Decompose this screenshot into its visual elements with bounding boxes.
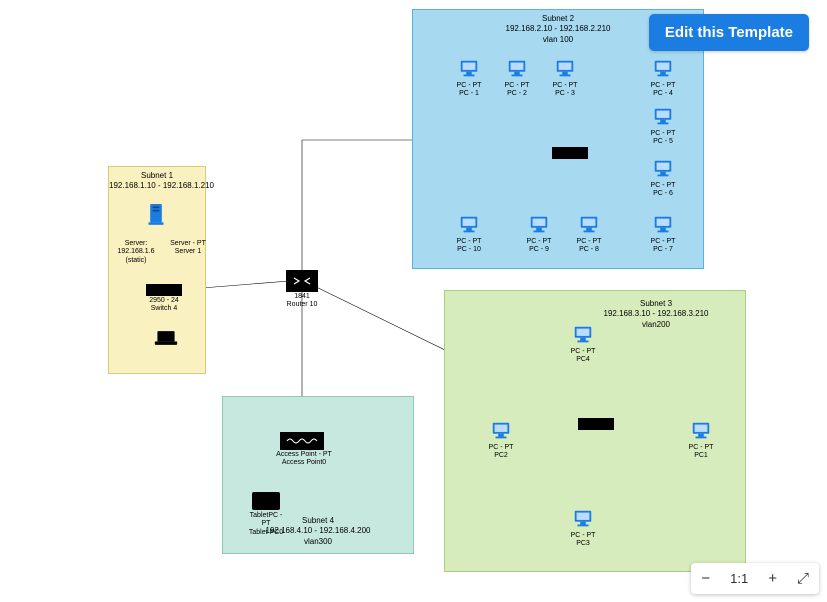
router-10[interactable] [286,270,318,292]
pc-8[interactable]: PC - PTPC - 8 [574,214,604,255]
pc-5[interactable]: PC - PTPC - 5 [648,106,678,147]
zoom-fit-label[interactable]: 1:1 [720,564,758,593]
zoom-controls: − 1:1 + ⤢ [691,563,819,594]
subnet3-switch[interactable] [578,418,614,430]
pc-3[interactable]: PC - PTPC - 3 [550,58,580,99]
diagram-canvas[interactable]: Subnet 1 192.168.1.10 - 192.168.1.210 Se… [0,0,827,602]
pc-4[interactable]: PC - PTPC - 4 [648,58,678,99]
server-1[interactable] [140,202,172,228]
server-1-right-label: Server - PTServer 1 [166,240,210,257]
tablet-pc0[interactable]: TabletPC - PTTablet PC0 [248,492,284,537]
s3-pc1[interactable]: PC - PTPC1 [684,420,718,461]
fullscreen-button[interactable]: ⤢ [787,563,819,594]
s3-pc3[interactable]: PC - PTPC3 [566,508,600,549]
router-label: 1841Router 10 [280,293,324,310]
server-1-left-label: Server: 192.168.1.6(static) [110,240,162,265]
pc-7[interactable]: PC - PTPC - 7 [648,214,678,255]
access-point-0[interactable] [280,432,324,450]
access-point-label: Access Point - PTAccess Point0 [272,451,336,468]
switch-4[interactable] [146,284,182,296]
zoom-out-button[interactable]: − [691,563,720,594]
subnet-1-title: Subnet 1 192.168.1.10 - 192.168.1.210 [109,171,205,192]
subnet2-switch[interactable] [552,147,588,159]
pc-10[interactable]: PC - PTPC - 10 [454,214,484,255]
s3-pc4[interactable]: PC - PTPC4 [566,324,600,365]
s3-pc2[interactable]: PC - PTPC2 [484,420,518,461]
zoom-in-button[interactable]: + [758,563,787,594]
edit-template-button[interactable]: Edit this Template [649,14,809,51]
pc-9[interactable]: PC - PTPC - 9 [524,214,554,255]
pc-6[interactable]: PC - PTPC - 6 [648,158,678,199]
pc-1[interactable]: PC - PTPC - 1 [454,58,484,99]
pc-2[interactable]: PC - PTPC - 2 [502,58,532,99]
switch-4-label: 2950 - 24Switch 4 [142,297,186,314]
laptop-0[interactable] [152,330,180,348]
